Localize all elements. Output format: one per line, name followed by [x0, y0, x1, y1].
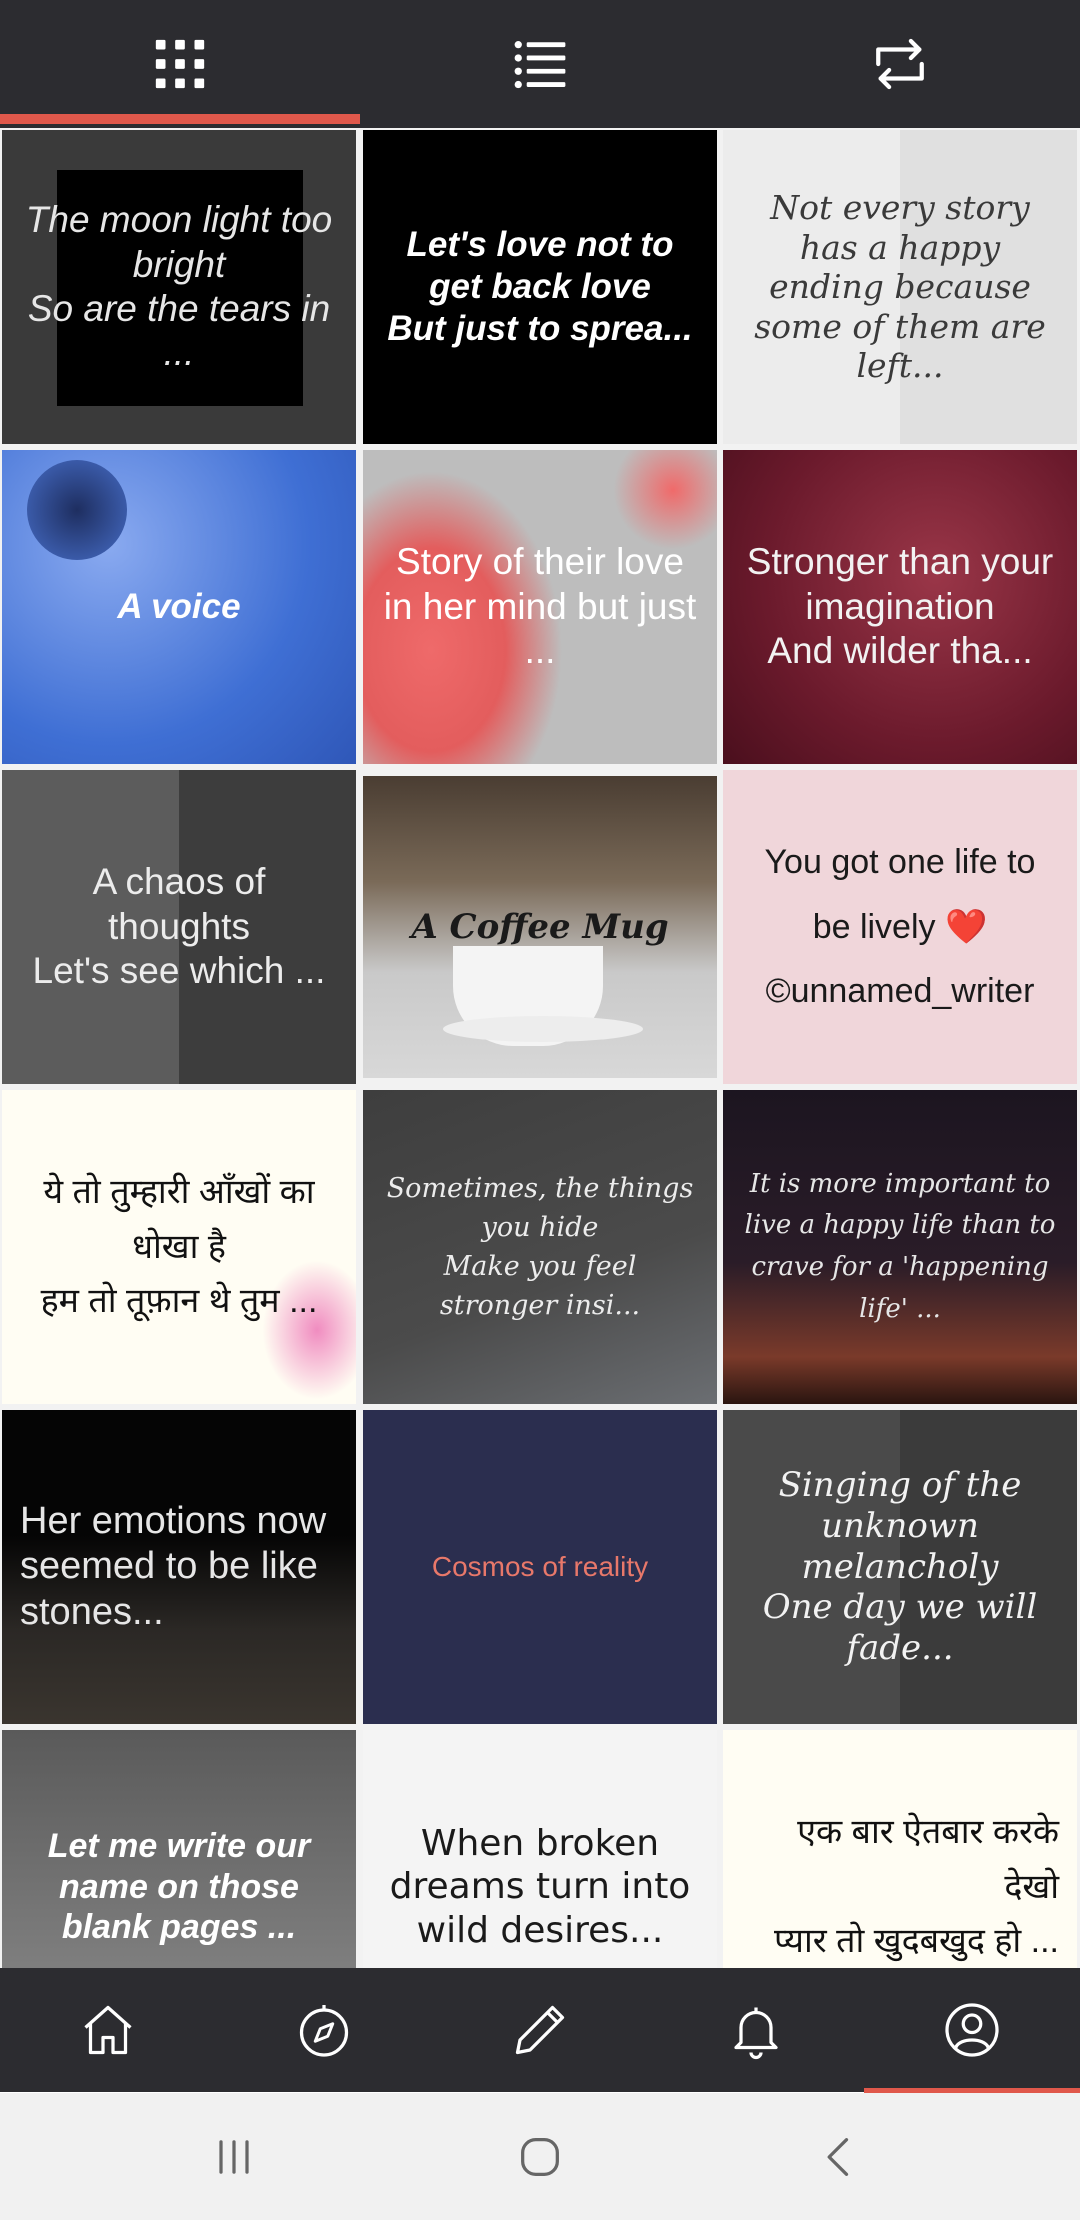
home-circle-icon	[521, 2137, 559, 2176]
post-tile[interactable]: Her emotions now seemed to be like stone…	[2, 1410, 356, 1724]
post-tile[interactable]: Let me write our name on those blank pag…	[2, 1730, 356, 1968]
recents-icon	[219, 2139, 249, 2174]
list-icon	[514, 41, 566, 89]
nav-home-button[interactable]	[0, 1968, 216, 2092]
post-tile[interactable]: ये तो तुम्हारी आँखों का धोखा है हम तो तू…	[2, 1090, 356, 1404]
grid-view-tab[interactable]	[0, 0, 360, 128]
post-text: A chaos of thoughts Let's see which ...	[32, 861, 326, 992]
post-tile[interactable]: A Coffee Mug	[363, 776, 717, 1078]
post-tile[interactable]: When broken dreams turn into wild desire…	[363, 1730, 717, 1968]
grid-icon	[155, 39, 205, 89]
post-tile[interactable]: Let's love not to get back love But just…	[363, 130, 717, 444]
post-text: Let's love not to get back love But just…	[387, 225, 693, 348]
post-tile[interactable]: Singing of the unknown melancholy One da…	[723, 1410, 1077, 1724]
post-tile[interactable]: Stronger than your imagination And wilde…	[723, 450, 1077, 764]
post-text: Cosmos of reality	[431, 1551, 649, 1583]
post-text: एक बार ऐतबार करके देखो प्यार तो खुदबखुद …	[774, 1813, 1059, 1961]
post-text: Story of their love in her mind but just…	[383, 541, 697, 672]
post-text: Her emotions now seemed to be like stone…	[20, 1499, 327, 1633]
nav-notifications-button[interactable]	[648, 1968, 864, 2092]
pen-icon	[515, 2005, 565, 2055]
nav-write-button[interactable]	[432, 1968, 648, 2092]
post-text: It is more important to live a happy lif…	[744, 1168, 1056, 1324]
post-text: A Coffee Mug	[411, 906, 669, 947]
post-tile[interactable]: A voice	[2, 450, 356, 764]
post-tile[interactable]: The moon light too bright So are the tea…	[2, 130, 356, 444]
post-text: ये तो तुम्हारी आँखों का धोखा है हम तो तू…	[40, 1173, 318, 1321]
post-text: Singing of the unknown melancholy One da…	[762, 1465, 1038, 1669]
home-icon	[84, 2005, 132, 2055]
post-tile[interactable]: It is more important to live a happy lif…	[723, 1090, 1077, 1404]
bell-icon	[734, 2007, 778, 2060]
repost-tab[interactable]	[720, 0, 1080, 128]
post-text: Sometimes, the things you hide Make you …	[386, 1172, 694, 1322]
bottom-navigation-bar	[0, 1968, 1080, 2092]
saucer-image	[443, 1016, 643, 1042]
system-navigation-bar	[0, 2093, 1080, 2220]
post-text: Let me write our name on those blank pag…	[47, 1826, 311, 1947]
top-tab-bar	[0, 0, 1080, 128]
post-text: When broken dreams turn into wild desire…	[389, 1823, 691, 1951]
back-button[interactable]	[660, 2093, 1020, 2220]
back-icon	[827, 2137, 849, 2176]
post-tile[interactable]: Cosmos of reality	[363, 1410, 717, 1724]
post-tile[interactable]: एक बार ऐतबार करके देखो प्यार तो खुदबखुद …	[723, 1730, 1077, 1968]
post-tile[interactable]: Not every story has a happy ending becau…	[723, 130, 1077, 444]
list-view-tab[interactable]	[360, 0, 720, 128]
post-text: Stronger than your imagination And wilde…	[746, 541, 1054, 672]
compass-icon	[299, 2005, 349, 2057]
nav-profile-button[interactable]	[864, 1968, 1080, 2092]
post-tile[interactable]: A chaos of thoughts Let's see which ...	[2, 770, 356, 1084]
post-tile[interactable]: Story of their love in her mind but just…	[363, 450, 717, 764]
repost-icon	[876, 38, 924, 90]
flower-decoration	[613, 450, 717, 550]
user-icon	[945, 2003, 999, 2057]
posts-grid: The moon light too bright So are the tea…	[0, 128, 1080, 1968]
flower-decoration	[27, 460, 127, 560]
nav-explore-button[interactable]	[216, 1968, 432, 2092]
post-text: You got one life to be lively ❤️ ©unname…	[764, 843, 1036, 1011]
active-tab-indicator	[0, 114, 360, 124]
post-text: Not every story has a happy ending becau…	[754, 188, 1046, 386]
post-text: The moon light too bright So are the tea…	[25, 199, 333, 374]
post-text: A voice	[117, 587, 241, 626]
post-tile[interactable]: Sometimes, the things you hide Make you …	[363, 1090, 717, 1404]
post-tile[interactable]: You got one life to be lively ❤️ ©unname…	[723, 770, 1077, 1084]
